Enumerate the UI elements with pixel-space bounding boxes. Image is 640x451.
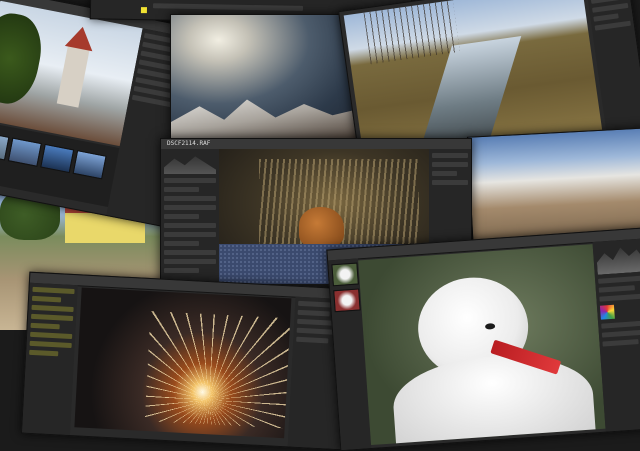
thumbnail-stork[interactable]: [331, 262, 359, 287]
panel-row[interactable]: [599, 292, 640, 302]
panel-row[interactable]: [164, 250, 216, 255]
panel-row[interactable]: [593, 13, 619, 22]
panel-row[interactable]: [164, 232, 216, 237]
folder-tree-panel: [22, 282, 78, 436]
panel-row[interactable]: [164, 241, 199, 246]
panel-row[interactable]: [164, 187, 199, 192]
folder-row[interactable]: [31, 295, 61, 303]
panel-row[interactable]: [432, 171, 458, 176]
castle-tower: [56, 44, 90, 108]
folder-row[interactable]: [30, 322, 60, 330]
panel-row[interactable]: [432, 180, 468, 185]
mountain-sky-photo: [171, 15, 361, 140]
panel-row[interactable]: [602, 339, 639, 347]
thumbnail-stork[interactable]: [333, 288, 361, 313]
tree-foliage: [0, 8, 48, 109]
snow-peaks: [171, 99, 361, 140]
filename-label: DSCF2114.RAF: [167, 140, 211, 147]
stork-photo: [358, 244, 606, 446]
panel-row[interactable]: [164, 205, 216, 210]
sparks-photo: [74, 287, 292, 439]
panel-row[interactable]: [164, 223, 216, 228]
panel-row[interactable]: [601, 328, 640, 338]
panel-row[interactable]: [601, 319, 640, 329]
panel-row[interactable]: [164, 214, 199, 219]
panel-row[interactable]: [432, 153, 468, 158]
panel-row[interactable]: [296, 336, 329, 344]
filmstrip-thumbnail[interactable]: [40, 143, 75, 174]
histogram: [596, 241, 640, 275]
color-picker[interactable]: [599, 304, 615, 320]
panel-row[interactable]: [598, 275, 640, 284]
panel-row[interactable]: [594, 20, 631, 31]
panel-row[interactable]: [164, 259, 216, 264]
stork-body: [390, 349, 597, 446]
filmstrip-thumbnail[interactable]: [7, 137, 42, 167]
folder-row[interactable]: [30, 313, 74, 322]
panel-row[interactable]: [592, 2, 629, 13]
sparks-editor-window: [20, 271, 352, 451]
panel-row[interactable]: [432, 162, 468, 167]
cat-body: [299, 207, 344, 247]
toolbar-slot[interactable]: [152, 3, 304, 11]
folder-row[interactable]: [30, 331, 73, 340]
folder-row[interactable]: [29, 349, 59, 357]
filmstrip-thumbnail[interactable]: [72, 150, 107, 180]
mountain-view-window: [170, 14, 362, 141]
bare-trees: [363, 0, 460, 65]
folder-row[interactable]: [29, 340, 72, 348]
panel-row[interactable]: [297, 309, 331, 317]
histogram: [164, 156, 216, 174]
panel-row[interactable]: [164, 268, 199, 273]
toolbar-highlight-button[interactable]: [140, 7, 147, 14]
panel-row[interactable]: [164, 178, 216, 183]
folder-row[interactable]: [32, 286, 75, 295]
panel-row[interactable]: [164, 196, 216, 201]
spark-trails: [144, 311, 291, 429]
folder-row[interactable]: [31, 304, 74, 313]
stork-editor-window: [326, 226, 640, 451]
panel-row[interactable]: [598, 285, 635, 293]
